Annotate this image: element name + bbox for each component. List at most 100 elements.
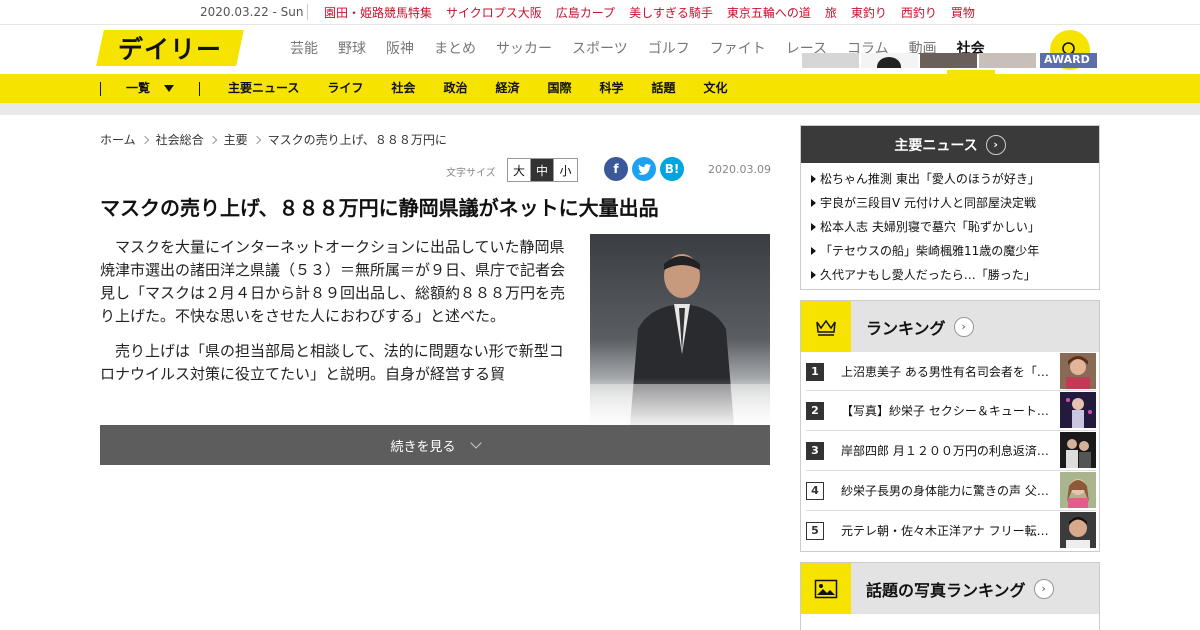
top-link[interactable]: 広島カープ: [556, 4, 615, 21]
news-item[interactable]: 久代アナもし愛人だったら…「勝った」: [811, 263, 1089, 287]
font-size-small-button[interactable]: 小: [554, 159, 577, 181]
font-size-large-button[interactable]: 大: [508, 159, 531, 181]
photo-ranking-title: 話題の写真ランキング: [866, 580, 1026, 600]
rank-text: 紗栄子長男の身体能力に驚きの声 父…: [841, 484, 1049, 498]
divider: [199, 82, 200, 96]
breadcrumb: ホーム 社会総合 主要 マスクの売り上げ、８８８万円に: [100, 131, 447, 148]
top-link[interactable]: 西釣り: [901, 4, 937, 21]
rank-number: 2: [806, 401, 824, 420]
chevron-right-icon: [140, 135, 149, 144]
triangle-right-icon: [811, 247, 816, 255]
rank-number: 1: [806, 362, 824, 381]
hatena-bookmark-button[interactable]: B!: [660, 157, 684, 181]
arrow-right-icon: ›: [953, 316, 974, 337]
all-categories-dropdown[interactable]: 一覧: [126, 74, 175, 103]
category-links: 主要ニュース ライフ 社会 政治 経済 国際 科学 話題 文化: [228, 74, 728, 103]
breadcrumb-category[interactable]: 社会総合: [156, 131, 204, 148]
twitter-share-button[interactable]: [632, 157, 656, 181]
major-news-header[interactable]: 主要ニュース ›: [801, 126, 1099, 163]
top-links: 園田・姫路競馬特集 サイクロプス大阪 広島カープ 美しすぎる騎手 東京五輪への道…: [324, 4, 975, 21]
news-item[interactable]: 松本人志 夫婦別寝で墓穴「恥ずかしい」: [811, 215, 1089, 239]
divider: [307, 4, 308, 20]
ranking-item[interactable]: 1 上沼恵美子 ある男性有名司会者を「…: [806, 352, 1096, 391]
top-link[interactable]: 東京五輪への道: [727, 4, 811, 21]
breadcrumb-section[interactable]: 主要: [224, 131, 248, 148]
news-item[interactable]: 「テセウスの船」柴崎楓雅11歳の魔少年: [811, 239, 1089, 263]
top-link[interactable]: 園田・姫路競馬特集: [324, 4, 432, 21]
news-item[interactable]: 松ちゃん推測 東出「愛人のほうが好き」: [811, 167, 1089, 191]
nav-item[interactable]: まとめ: [424, 25, 486, 74]
ranking-title: ランキング: [866, 318, 946, 338]
photo-thumbnail[interactable]: AWARD: [1040, 53, 1097, 68]
rank-number: 3: [806, 441, 824, 460]
nav-item[interactable]: サッカー: [486, 25, 562, 74]
hatena-icon: B!: [664, 162, 680, 176]
category-link[interactable]: 話題: [652, 74, 676, 103]
photo-thumbnail[interactable]: [861, 53, 918, 77]
nav-item[interactable]: ファイト: [700, 25, 776, 74]
ranking-item[interactable]: 2 【写真】紗栄子 セクシー＆キュート…: [806, 391, 1096, 430]
news-item-text: 久代アナもし愛人だったら…「勝った」: [820, 268, 1036, 282]
ranking-header[interactable]: ランキング ›: [801, 301, 1099, 352]
article-date: 2020.03.09: [708, 163, 771, 176]
triangle-right-icon: [811, 175, 816, 183]
category-link[interactable]: 国際: [547, 74, 571, 103]
read-more-label: 続きを見る: [390, 439, 456, 455]
logo-text: デイリー: [117, 35, 222, 64]
major-news-list: 松ちゃん推測 東出「愛人のほうが好き」 宇良が三段目V 元付け人と同部屋決定戦 …: [801, 163, 1099, 287]
chevron-down-icon: [469, 436, 482, 449]
category-link[interactable]: 政治: [443, 74, 467, 103]
nav-item[interactable]: 野球: [328, 25, 376, 74]
arrow-right-icon: ›: [985, 134, 1006, 155]
font-size-medium-button[interactable]: 中: [531, 159, 554, 181]
category-bar: 一覧 主要ニュース ライフ 社会 政治 経済 国際 科学 話題 文化: [0, 74, 1200, 103]
image-icon: [801, 563, 851, 614]
category-link[interactable]: 主要ニュース: [228, 74, 299, 103]
top-link[interactable]: 美しすぎる騎手: [629, 4, 713, 21]
category-link[interactable]: ライフ: [327, 74, 363, 103]
category-link[interactable]: 経済: [495, 74, 519, 103]
nav-item[interactable]: 阪神: [376, 25, 424, 74]
rank-text: 上沼恵美子 ある男性有名司会者を「…: [841, 365, 1049, 379]
nav-item[interactable]: ゴルフ: [638, 25, 700, 74]
facebook-share-button[interactable]: f: [604, 157, 628, 181]
rank-thumbnail: [1060, 353, 1096, 389]
rank-thumbnail: [1060, 512, 1096, 548]
rank-number: 4: [806, 481, 824, 500]
read-more-button[interactable]: 続きを見る: [100, 425, 770, 465]
photo-ranking-header[interactable]: 話題の写真ランキング ›: [801, 563, 1099, 614]
category-link[interactable]: 科学: [599, 74, 623, 103]
top-link[interactable]: 東釣り: [851, 4, 887, 21]
triangle-right-icon: [811, 223, 816, 231]
photo-thumbnail[interactable]: [802, 53, 859, 68]
caret-down-icon: [164, 85, 175, 92]
nav-item[interactable]: 芸能: [280, 25, 328, 74]
current-date: 2020.03.22 - Sun: [200, 5, 304, 19]
ranking-item[interactable]: 4 紗栄子長男の身体能力に驚きの声 父…: [806, 471, 1096, 510]
top-link[interactable]: サイクロプス大阪: [446, 4, 542, 21]
rank-text: 【写真】紗栄子 セクシー＆キュート…: [841, 404, 1049, 418]
rank-text: 元テレ朝・佐々木正洋アナ フリー転…: [841, 524, 1049, 538]
category-link[interactable]: 社会: [391, 74, 415, 103]
category-link[interactable]: 文化: [704, 74, 728, 103]
top-link[interactable]: 買物: [951, 4, 975, 21]
person-photo: [877, 57, 901, 77]
major-news-box: 主要ニュース › 松ちゃん推測 東出「愛人のほうが好き」 宇良が三段目V 元付け…: [800, 125, 1100, 290]
news-item[interactable]: 宇良が三段目V 元付け人と同部屋決定戦: [811, 191, 1089, 215]
major-news-title: 主要ニュース: [894, 137, 978, 154]
crown-icon: [801, 301, 851, 352]
news-item-text: 松ちゃん推測 東出「愛人のほうが好き」: [820, 172, 1040, 186]
ranking-item[interactable]: 5 元テレ朝・佐々木正洋アナ フリー転…: [806, 511, 1096, 550]
ranking-item[interactable]: 3 岸部四郎 月１２００万円の利息返済…: [806, 431, 1096, 470]
twitter-icon: [637, 163, 651, 175]
nav-item[interactable]: スポーツ: [562, 25, 638, 74]
top-bar: 2020.03.22 - Sun 園田・姫路競馬特集 サイクロプス大阪 広島カー…: [0, 0, 1200, 25]
breadcrumb-home[interactable]: ホーム: [100, 131, 136, 148]
photo-thumbnail[interactable]: [979, 53, 1036, 68]
rank-thumbnail: [1060, 392, 1096, 428]
article-headline: マスクの売り上げ、８８８万円に静岡県議がネットに大量出品: [100, 196, 659, 220]
photo-thumbnail[interactable]: [920, 53, 977, 68]
top-link[interactable]: 旅: [825, 4, 837, 21]
site-logo[interactable]: デイリー: [96, 30, 244, 66]
breadcrumb-current: マスクの売り上げ、８８８万円に: [267, 133, 447, 147]
